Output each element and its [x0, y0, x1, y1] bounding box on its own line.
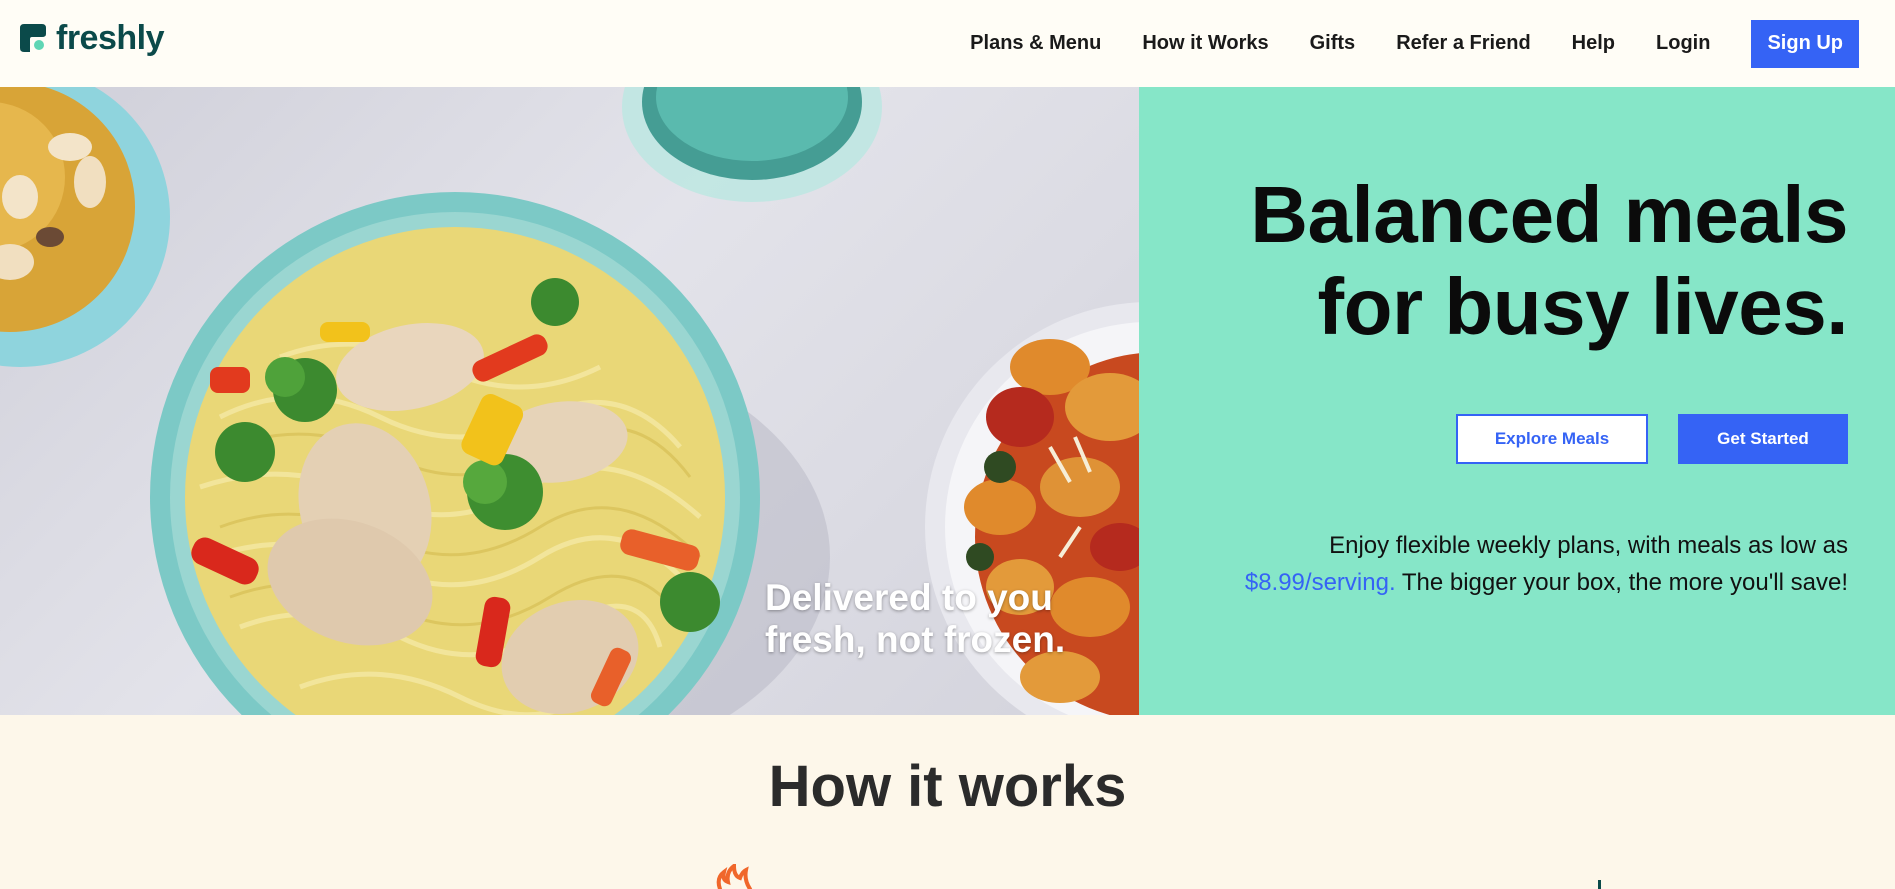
explore-meals-button[interactable]: Explore Meals: [1456, 414, 1648, 464]
hero-subtext-line-1: Enjoy flexible weekly plans, with meals …: [1329, 532, 1848, 559]
hero-subtext: Enjoy flexible weekly plans, with meals …: [1148, 527, 1848, 601]
get-started-button[interactable]: Get Started: [1678, 414, 1848, 464]
sign-up-button[interactable]: Sign Up: [1751, 19, 1859, 68]
hero-panel: Balanced meals for busy lives. Explore M…: [1139, 87, 1895, 715]
hero-caption-line-2: fresh, not frozen.: [765, 619, 1066, 660]
nav-how-it-works[interactable]: How it Works: [1142, 32, 1268, 55]
nav-refer-a-friend[interactable]: Refer a Friend: [1396, 32, 1530, 55]
price-per-serving-link[interactable]: $8.99/serving.: [1245, 569, 1396, 596]
nav-gifts[interactable]: Gifts: [1310, 32, 1356, 55]
freshly-logo-icon: [20, 24, 46, 52]
hero-food-photo: Delivered to you fresh, not frozen.: [0, 87, 1139, 715]
flame-icon: [716, 864, 752, 889]
how-it-works-heading: How it works: [768, 754, 1127, 819]
hero-subtext-savings: The bigger your box, the more you'll sav…: [1395, 569, 1848, 596]
hero-title-line-2: for busy lives.: [1317, 262, 1849, 351]
site-header: freshly Plans & Menu How it Works Gifts …: [0, 0, 1895, 87]
nav-login[interactable]: Login: [1656, 32, 1710, 55]
nav-plans-menu[interactable]: Plans & Menu: [970, 32, 1101, 55]
nav-help[interactable]: Help: [1572, 32, 1615, 55]
main-nav: Plans & Menu How it Works Gifts Refer a …: [970, 0, 1859, 87]
hero-caption-line-1: Delivered to you: [765, 577, 1053, 618]
hero-title: Balanced meals for busy lives.: [1250, 169, 1848, 353]
hero-title-line-1: Balanced meals: [1250, 170, 1848, 259]
hero-caption: Delivered to you fresh, not frozen.: [765, 577, 1105, 661]
freshly-logo[interactable]: freshly: [20, 18, 165, 58]
step-icon-partial: [1598, 880, 1601, 889]
hero-subtext-line-2: $8.99/serving. The bigger your box, the …: [1148, 564, 1848, 601]
hero-cta-group: Explore Meals Get Started: [1456, 414, 1848, 464]
logo-wordmark: freshly: [56, 18, 165, 57]
